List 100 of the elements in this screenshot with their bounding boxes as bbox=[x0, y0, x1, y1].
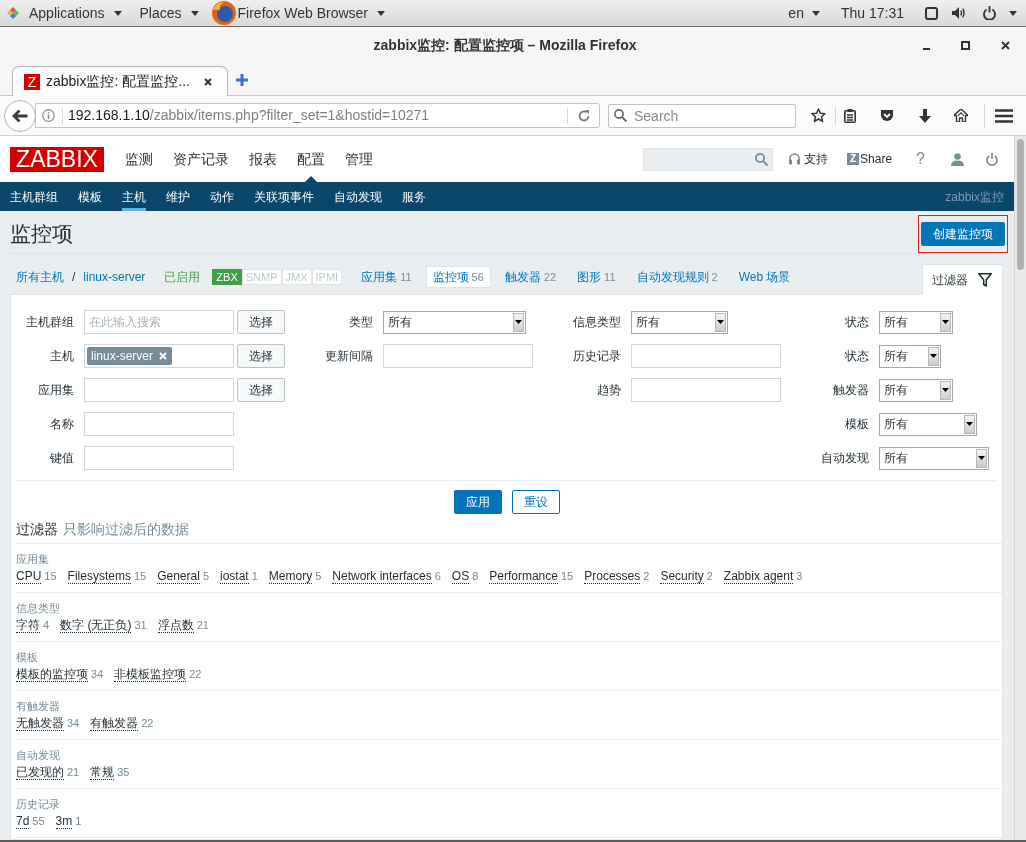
subfilter-link[interactable]: Performance bbox=[489, 568, 558, 584]
sub-menu-item[interactable]: 服务 bbox=[402, 182, 426, 211]
home-icon[interactable] bbox=[954, 109, 968, 122]
sub-menu-item[interactable]: 动作 bbox=[210, 182, 234, 211]
download-icon[interactable] bbox=[919, 108, 931, 123]
create-item-button[interactable]: 创建监控项 bbox=[921, 222, 1005, 246]
main-menu-item[interactable]: 管理 bbox=[345, 136, 373, 182]
maximize-icon[interactable] bbox=[961, 41, 970, 50]
remove-icon[interactable] bbox=[159, 352, 167, 360]
address-field[interactable]: 192.168.1.10/zabbix/items.php?filter_set=1&hostid=10271 bbox=[35, 103, 600, 128]
subfilter-link[interactable]: General bbox=[157, 568, 200, 584]
minimize-icon[interactable] bbox=[923, 47, 930, 50]
select-field[interactable]: 所有 bbox=[879, 310, 953, 334]
select-button[interactable]: 选择 bbox=[237, 378, 285, 402]
share-link[interactable]: Z Share bbox=[847, 150, 893, 168]
user-icon[interactable] bbox=[951, 152, 964, 166]
star-icon[interactable] bbox=[811, 108, 826, 123]
host-tab[interactable]: Web 场景 bbox=[731, 266, 798, 288]
filter-tab[interactable]: 过滤器 bbox=[922, 264, 1003, 295]
text-field[interactable] bbox=[631, 344, 781, 368]
support-link[interactable]: 支持 bbox=[789, 150, 829, 168]
sub-menu-item[interactable]: 主机 bbox=[122, 182, 146, 211]
subfilter-link[interactable]: CPU bbox=[16, 568, 42, 584]
main-menu-item[interactable]: 报表 bbox=[249, 136, 277, 182]
select-field[interactable]: 所有 bbox=[631, 310, 728, 334]
subfilter-link[interactable]: 无触发器 bbox=[16, 715, 64, 731]
power-icon[interactable] bbox=[983, 6, 996, 20]
subfilter-link[interactable]: 非模板监控项 bbox=[114, 666, 187, 682]
text-field[interactable] bbox=[631, 378, 781, 402]
plus-icon[interactable] bbox=[236, 73, 248, 86]
main-menu-item[interactable]: 资产记录 bbox=[173, 136, 229, 182]
subfilter-link[interactable]: 7d bbox=[16, 813, 30, 829]
host-tab[interactable]: 自动发现规则 2 bbox=[629, 266, 725, 288]
caret-icon[interactable] bbox=[1009, 10, 1017, 16]
subfilter-link[interactable]: 数字 (无正负) bbox=[60, 617, 132, 633]
sub-menu-item[interactable]: 自动发现 bbox=[334, 182, 382, 211]
host-tab[interactable]: 应用集 11 bbox=[354, 266, 419, 288]
screen-icon[interactable] bbox=[925, 6, 938, 20]
sub-menu-item[interactable]: 维护 bbox=[166, 182, 190, 211]
select-field[interactable]: 所有 bbox=[383, 310, 526, 334]
subfilter-link[interactable]: Network interfaces bbox=[332, 568, 432, 584]
breadcrumb-link[interactable]: 所有主机 bbox=[16, 268, 64, 286]
select-field[interactable]: 所有 bbox=[879, 344, 941, 368]
text-field[interactable] bbox=[84, 378, 234, 402]
select-field[interactable]: 所有 bbox=[879, 412, 977, 436]
app-menu[interactable]: Firefox Web Browser bbox=[211, 1, 385, 25]
back-button[interactable] bbox=[4, 99, 36, 132]
search-field[interactable]: Search bbox=[608, 103, 796, 128]
text-field[interactable] bbox=[84, 446, 234, 470]
menu-icon[interactable] bbox=[995, 108, 1013, 123]
subfilter-link[interactable]: iostat bbox=[220, 568, 249, 584]
field-label: 名称 bbox=[49, 416, 74, 433]
volume-icon[interactable] bbox=[952, 7, 965, 19]
subfilter-link[interactable]: 常规 bbox=[90, 764, 115, 780]
clock[interactable]: Thu 17:31 bbox=[840, 2, 904, 24]
host-tab[interactable]: 触发器 22 bbox=[497, 266, 564, 288]
browser-tab[interactable]: Z zabbix监控: 配置监控... bbox=[12, 66, 228, 96]
main-menu-item[interactable]: 监测 bbox=[125, 136, 153, 182]
subfilter-link[interactable]: 模板的监控项 bbox=[16, 666, 88, 682]
clipboard-icon[interactable] bbox=[844, 108, 856, 123]
subfilter-link[interactable]: 有触发器 bbox=[90, 715, 139, 731]
subfilter-link[interactable]: 浮点数 bbox=[157, 617, 194, 633]
help-link[interactable]: ? bbox=[916, 147, 925, 171]
scrollbar[interactable] bbox=[1014, 136, 1026, 840]
select-button[interactable]: 选择 bbox=[237, 310, 285, 334]
reload-icon[interactable] bbox=[578, 109, 590, 122]
sub-menu-item[interactable]: 主机群组 bbox=[10, 182, 58, 211]
breadcrumb-link[interactable]: linux-server bbox=[83, 268, 146, 286]
keyboard-layout-menu[interactable]: en bbox=[788, 2, 820, 24]
shield-chevron-icon[interactable] bbox=[880, 109, 894, 122]
applications-menu[interactable]: Applications bbox=[7, 2, 122, 24]
host-tab[interactable]: 监控项 56 bbox=[425, 266, 491, 288]
info-icon[interactable] bbox=[42, 109, 55, 122]
select-field[interactable]: 所有 bbox=[879, 446, 989, 470]
select-field[interactable]: 所有 bbox=[879, 378, 953, 402]
subfilter-link[interactable]: Security bbox=[660, 568, 704, 584]
close-icon[interactable] bbox=[1001, 41, 1010, 50]
select-button[interactable]: 选择 bbox=[237, 344, 285, 368]
global-search-field[interactable] bbox=[643, 147, 774, 171]
text-field[interactable] bbox=[383, 344, 533, 368]
host-tab[interactable]: 图形 11 bbox=[570, 266, 623, 288]
subfilter-link[interactable]: 字符 bbox=[16, 617, 40, 633]
reset-button[interactable]: 重设 bbox=[511, 490, 560, 514]
subfilter-link[interactable]: Zabbix agent bbox=[723, 568, 794, 584]
scrollbar-thumb[interactable] bbox=[1017, 139, 1024, 270]
subfilter-link[interactable]: 3m bbox=[55, 813, 73, 829]
close-icon[interactable] bbox=[204, 77, 212, 86]
places-menu[interactable]: Places bbox=[139, 2, 199, 24]
sub-menu-item[interactable]: 关联项事件 bbox=[254, 182, 314, 211]
subfilter-group-label: 模板 bbox=[16, 650, 39, 664]
text-field[interactable] bbox=[84, 412, 234, 436]
sub-menu-item[interactable]: 模板 bbox=[78, 182, 102, 211]
search-icon[interactable] bbox=[755, 152, 769, 166]
subfilter-link[interactable]: Memory bbox=[268, 568, 313, 584]
apply-button[interactable]: 应用 bbox=[453, 490, 502, 514]
multiselect-field[interactable]: 在此输入搜索 bbox=[84, 310, 234, 334]
subfilter-link[interactable]: Processes bbox=[584, 568, 641, 584]
subfilter-link[interactable]: Filesystems bbox=[67, 568, 131, 584]
subfilter-link[interactable]: 已发现的 bbox=[16, 764, 64, 780]
subfilter-link[interactable]: OS bbox=[451, 568, 470, 584]
